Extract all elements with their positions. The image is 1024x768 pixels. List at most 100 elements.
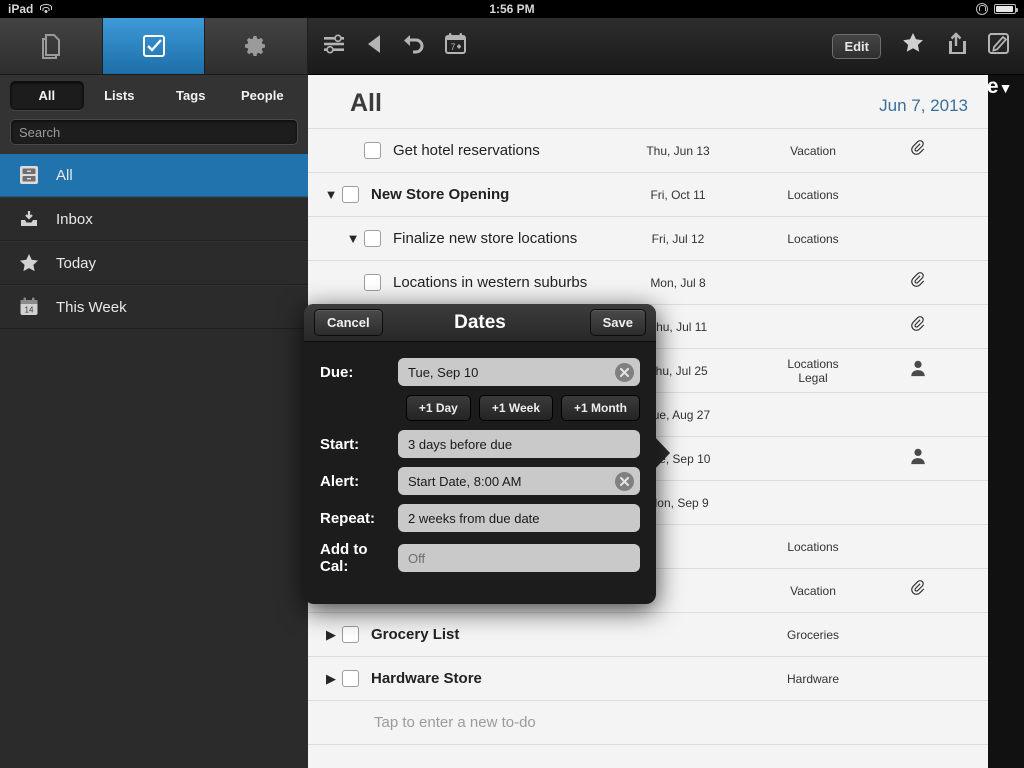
archive-box-icon — [16, 162, 42, 188]
row-tags: Hardware — [753, 672, 873, 686]
plus-one-week-button[interactable]: +1 Week — [479, 395, 553, 421]
disclosure-triangle[interactable]: ▼ — [342, 231, 364, 246]
sidebar-item-label: All — [56, 167, 73, 184]
checkbox-icon — [141, 33, 167, 59]
sidebar-item-all[interactable]: All — [0, 153, 308, 197]
new-todo-row[interactable]: Tap to enter a new to-do — [308, 700, 988, 744]
sidebar: All Lists Tags People Search All — [0, 18, 308, 768]
disclosure-triangle[interactable]: ▶ — [320, 671, 342, 687]
main-toolbar: 7 Edit — [308, 18, 1024, 75]
disclosure-triangle[interactable]: ▼ — [320, 187, 342, 202]
row-tags: Vacation — [753, 584, 873, 598]
share-icon[interactable] — [945, 32, 967, 60]
disclosure-triangle[interactable]: ▶ — [320, 627, 342, 643]
filter-icon[interactable] — [322, 34, 346, 59]
paperclip-icon[interactable] — [903, 315, 933, 338]
search-input[interactable]: Search — [10, 119, 298, 145]
repeat-field[interactable]: 2 weeks from due date — [398, 504, 640, 532]
cancel-button[interactable]: Cancel — [314, 309, 383, 336]
svg-text:14: 14 — [25, 306, 34, 315]
segment-people[interactable]: People — [227, 82, 299, 109]
sidebar-item-today[interactable]: Today — [0, 241, 308, 285]
sidebar-nav-list: All Inbox Today — [0, 153, 308, 329]
row-tags: Locations — [753, 540, 873, 554]
plus-one-day-button[interactable]: +1 Day — [406, 395, 471, 421]
todos-tab[interactable] — [103, 18, 206, 74]
alert-label: Alert: — [320, 473, 398, 490]
table-row[interactable]: Get hotel reservations Thu, Jun 13 Vacat… — [308, 128, 988, 172]
calendar-icon: 14 — [16, 294, 42, 320]
sidebar-item-inbox[interactable]: Inbox — [0, 197, 308, 241]
repeat-field-row: Repeat: 2 weeks from due date — [320, 504, 640, 532]
segment-lists[interactable]: Lists — [84, 82, 156, 109]
table-row[interactable]: Locations in western suburbs Mon, Jul 8 — [308, 260, 988, 304]
paperclip-icon[interactable] — [903, 139, 933, 162]
edit-button[interactable]: Edit — [832, 34, 881, 59]
row-checkbox[interactable] — [342, 186, 359, 203]
list-title: All — [350, 89, 382, 118]
table-row[interactable]: ▶ Grocery List Groceries — [308, 612, 988, 656]
gear-icon — [244, 34, 268, 58]
list-header: All Jun 7, 2013 — [308, 75, 988, 128]
quick-add-buttons: +1 Day +1 Week +1 Month — [320, 395, 640, 421]
due-value: Tue, Sep 10 — [408, 365, 478, 380]
star-icon — [16, 250, 42, 276]
undo-icon[interactable] — [402, 33, 426, 60]
repeat-label: Repeat: — [320, 510, 398, 527]
table-row[interactable]: ▶ Hardware Store Hardware — [308, 656, 988, 700]
row-checkbox[interactable] — [364, 142, 381, 159]
person-icon[interactable] — [903, 447, 933, 470]
segment-tags[interactable]: Tags — [155, 82, 227, 109]
table-row[interactable]: ▼ New Store Opening Fri, Oct 11 Location… — [308, 172, 988, 216]
sidebar-item-label: Inbox — [56, 211, 93, 228]
due-field[interactable]: Tue, Sep 10 — [398, 358, 640, 386]
person-icon[interactable] — [903, 359, 933, 382]
row-checkbox[interactable] — [364, 230, 381, 247]
plus-one-month-button[interactable]: +1 Month — [561, 395, 640, 421]
row-title: New Store Opening — [371, 186, 509, 203]
list-date-link[interactable]: Jun 7, 2013 — [879, 96, 968, 116]
calendar-add-icon[interactable]: 7 — [444, 32, 467, 60]
calendar-day-label: 7 — [450, 42, 455, 52]
save-button[interactable]: Save — [590, 309, 646, 336]
row-tags: Vacation — [753, 144, 873, 158]
battery-icon — [994, 4, 1016, 14]
clear-due-icon[interactable] — [615, 363, 634, 382]
settings-tab[interactable] — [205, 18, 308, 74]
row-tags: Locations — [753, 188, 873, 202]
row-checkbox[interactable] — [342, 670, 359, 687]
compose-icon[interactable] — [987, 32, 1010, 60]
back-icon[interactable] — [364, 33, 384, 60]
row-checkbox[interactable] — [364, 274, 381, 291]
alert-field[interactable]: Start Date, 8:00 AM — [398, 467, 640, 495]
dialog-header: Cancel Dates Save — [304, 304, 656, 342]
list-bottom-divider — [308, 744, 988, 766]
chevron-down-icon: ▼ — [999, 80, 1013, 96]
add-to-cal-field[interactable]: Off — [398, 544, 640, 572]
row-checkbox[interactable] — [342, 626, 359, 643]
row-date: Thu, Jun 13 — [618, 144, 738, 158]
row-date: Fri, Oct 11 — [618, 188, 738, 202]
add-to-cal-label: Add to Cal: — [320, 541, 398, 575]
sidebar-tabbar — [0, 18, 308, 75]
start-field-row: Start: 3 days before due — [320, 430, 640, 458]
search-wrapper: Search — [0, 115, 308, 153]
status-bar: iPad 1:56 PM — [0, 0, 1024, 18]
start-field[interactable]: 3 days before due — [398, 430, 640, 458]
add-to-cal-field-row: Add to Cal: Off — [320, 541, 640, 575]
notes-tab[interactable] — [0, 18, 103, 74]
clear-alert-icon[interactable] — [615, 472, 634, 491]
row-tags: Groceries — [753, 628, 873, 642]
star-icon[interactable] — [901, 32, 925, 60]
sidebar-segmented-control: All Lists Tags People — [0, 75, 308, 115]
row-date: Fri, Jul 12 — [618, 232, 738, 246]
row-title: Get hotel reservations — [393, 142, 540, 159]
sidebar-item-this-week[interactable]: 14 This Week — [0, 285, 308, 329]
paperclip-icon[interactable] — [903, 271, 933, 294]
row-tags: Locations — [753, 232, 873, 246]
due-label: Due: — [320, 364, 398, 381]
segment-all[interactable]: All — [10, 81, 84, 110]
row-date: Mon, Jul 8 — [618, 276, 738, 290]
table-row[interactable]: ▼ Finalize new store locations Fri, Jul … — [308, 216, 988, 260]
paperclip-icon[interactable] — [903, 579, 933, 602]
